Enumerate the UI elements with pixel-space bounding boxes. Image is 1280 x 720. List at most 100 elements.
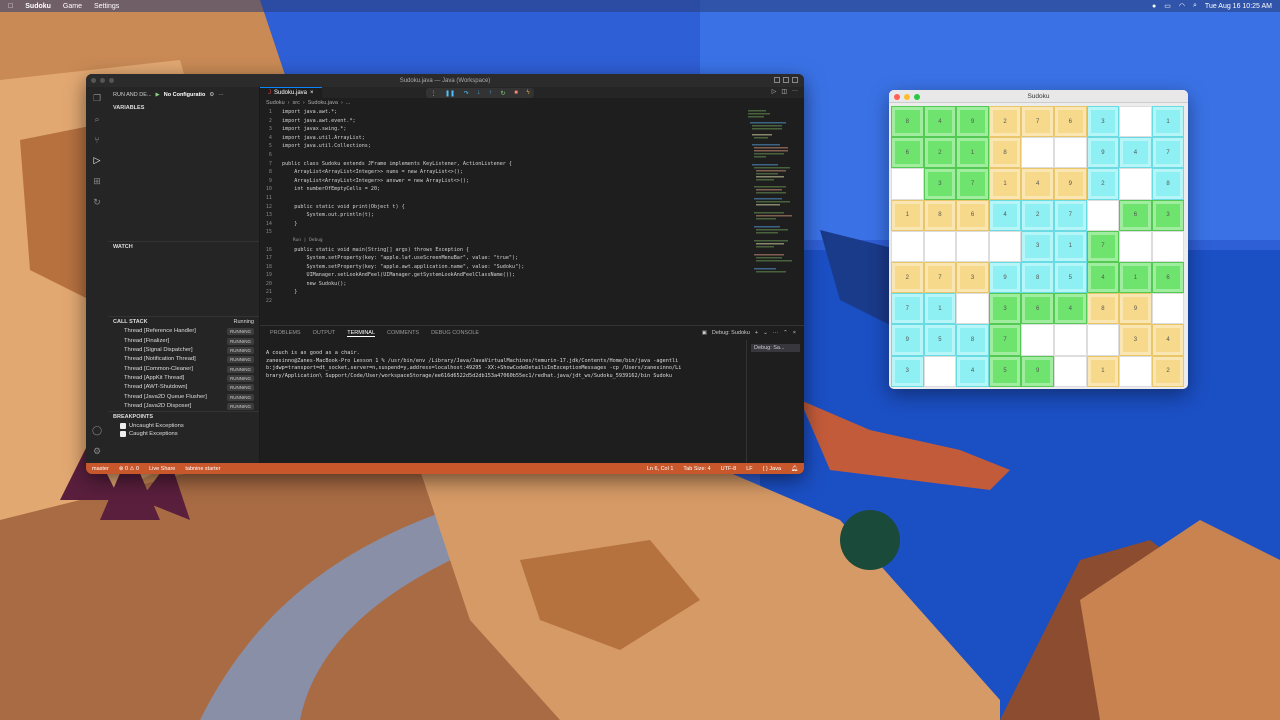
empty-cell-input[interactable] (1025, 140, 1050, 165)
problems-indicator[interactable]: ⊗ 0 ⚠ 0 (119, 466, 139, 472)
empty-cell-input[interactable] (1123, 359, 1148, 384)
terminal-list-item[interactable]: Debug: Sa... (751, 344, 800, 352)
sudoku-cell[interactable]: 4 (1119, 137, 1152, 169)
menu-game[interactable]: Game (63, 3, 82, 10)
empty-cell-input[interactable] (1025, 327, 1050, 352)
layout-icon[interactable] (774, 77, 780, 83)
wifi-icon[interactable]: ◠ (1179, 2, 1185, 10)
more-icon[interactable]: ··· (792, 88, 798, 95)
empty-cell-input[interactable] (1156, 296, 1181, 321)
code-line[interactable]: 6 (260, 151, 744, 160)
sudoku-cell[interactable]: 4 (988, 199, 1022, 231)
thread-item[interactable]: Thread [Notification Thread] RUNNING (108, 355, 259, 364)
cursor-position[interactable]: Ln 6, Col 1 (647, 466, 674, 472)
step-into-icon[interactable]: ↓ (477, 90, 480, 96)
tab-debug-console[interactable]: DEBUG CONSOLE (431, 330, 479, 336)
thread-item[interactable]: Thread [Reference Handler] RUNNING (108, 327, 259, 336)
code-line[interactable]: 9 ArrayList<ArrayList<Integer>> answer =… (260, 177, 744, 186)
section-variables[interactable]: VARIABLES (108, 103, 259, 113)
sudoku-empty-cell[interactable] (1021, 324, 1054, 356)
breadcrumb-item[interactable]: ... (346, 100, 351, 106)
sudoku-cell[interactable]: 4 (923, 106, 957, 138)
sudoku-cell[interactable]: 9 (891, 324, 924, 356)
sudoku-cell[interactable]: 6 (1151, 261, 1185, 294)
sudoku-cell[interactable]: 1 (1119, 261, 1152, 294)
sudoku-cell[interactable]: 1 (923, 293, 957, 325)
step-out-icon[interactable]: ↑ (489, 90, 492, 96)
empty-cell-input[interactable] (993, 234, 1018, 259)
sudoku-cell[interactable]: 8 (891, 106, 924, 138)
sudoku-cell[interactable]: 6 (956, 199, 989, 231)
sudoku-cell[interactable]: 2 (891, 261, 924, 294)
extensions-icon[interactable]: ⊞ (93, 176, 101, 187)
empty-cell-input[interactable] (927, 234, 952, 259)
code-line[interactable]: 2 import java.awt.event.*; (260, 117, 744, 126)
sudoku-empty-cell[interactable] (923, 355, 957, 387)
breakpoint-uncaught[interactable]: Uncaught Exceptions (108, 422, 259, 430)
sudoku-cell[interactable]: 7 (923, 261, 957, 294)
run-debug-icon[interactable]: ▷ (94, 155, 101, 166)
thread-item[interactable]: Thread [Finalizer] RUNNING (108, 336, 259, 345)
sudoku-empty-cell[interactable] (956, 293, 989, 325)
section-watch[interactable]: WATCH (108, 241, 259, 252)
status-icon[interactable]: ● (1152, 3, 1156, 10)
sudoku-empty-cell[interactable] (1086, 324, 1120, 356)
sudoku-cell[interactable]: 9 (988, 261, 1022, 294)
more-icon[interactable]: ··· (218, 92, 224, 98)
sudoku-cell[interactable]: 4 (1151, 324, 1185, 356)
sudoku-cell[interactable]: 8 (956, 324, 989, 356)
config-dropdown[interactable]: No Configuratio (164, 92, 206, 98)
sudoku-empty-cell[interactable] (1119, 168, 1152, 200)
sudoku-cell[interactable]: 6 (891, 137, 924, 169)
sudoku-cell[interactable]: 7 (1053, 199, 1087, 231)
tab-sudoku-java[interactable]: J Sudoku.java × (260, 87, 322, 98)
sudoku-cell[interactable]: 7 (1021, 106, 1054, 138)
tab-comments[interactable]: COMMENTS (387, 330, 419, 336)
code-line[interactable]: 22 (260, 297, 744, 306)
sudoku-empty-cell[interactable] (956, 230, 989, 262)
empty-cell-input[interactable] (895, 171, 920, 196)
breadcrumb-item[interactable]: Sudoku.java (308, 100, 338, 106)
empty-cell-input[interactable] (927, 359, 952, 384)
thread-item[interactable]: Thread [Java2D Queue Flusher] RUNNING (108, 393, 259, 402)
sudoku-cell[interactable]: 8 (923, 199, 957, 231)
close-icon[interactable]: × (310, 90, 314, 96)
chevron-up-icon[interactable]: ⌃ (783, 330, 788, 336)
sudoku-empty-cell[interactable] (923, 230, 957, 262)
code-line[interactable]: 11 (260, 194, 744, 203)
breadcrumb-item[interactable]: Sudoku (266, 100, 285, 106)
checkbox[interactable] (120, 423, 126, 430)
empty-cell-input[interactable] (1090, 203, 1115, 228)
search-icon[interactable]: ⌕ (1193, 2, 1197, 10)
sudoku-empty-cell[interactable] (1053, 355, 1087, 387)
sudoku-cell[interactable]: 2 (988, 106, 1022, 138)
notifications-icon[interactable]: 🔔︎ (791, 466, 798, 472)
empty-cell-input[interactable] (1090, 327, 1115, 352)
empty-cell-input[interactable] (1123, 234, 1148, 259)
empty-cell-input[interactable] (960, 234, 985, 259)
empty-cell-input[interactable] (1058, 140, 1083, 165)
sudoku-cell[interactable]: 3 (891, 355, 924, 387)
sudoku-cell[interactable]: 3 (1021, 230, 1054, 262)
apple-icon[interactable]:  (8, 3, 13, 10)
zoom-dot-icon[interactable] (914, 94, 920, 100)
remote-icon[interactable]: ↻ (93, 197, 101, 208)
start-debug-icon[interactable]: ▶ (156, 92, 160, 98)
sudoku-cell[interactable]: 3 (923, 168, 957, 200)
sudoku-cell[interactable]: 8 (1151, 168, 1185, 200)
drag-handle-icon[interactable]: ⋮ (430, 90, 436, 97)
sudoku-cell[interactable]: 1 (956, 137, 989, 169)
breadcrumb-item[interactable]: src (293, 100, 300, 106)
stop-icon[interactable]: ■ (514, 90, 518, 96)
layout-icon[interactable] (783, 77, 789, 83)
sudoku-cell[interactable]: 6 (1119, 199, 1152, 231)
code-line[interactable]: 12 public static void print(Object t) { (260, 203, 744, 212)
sudoku-cell[interactable]: 1 (1151, 106, 1185, 138)
account-icon[interactable]: ◯ (92, 425, 102, 436)
search-icon[interactable]: ⌕ (94, 114, 99, 125)
terminal-session-label[interactable]: Debug: Sudoku (712, 330, 750, 336)
sudoku-empty-cell[interactable] (891, 168, 924, 200)
layout-icon[interactable] (792, 77, 798, 83)
sudoku-cell[interactable]: 1 (988, 168, 1022, 200)
code-lines[interactable]: 1 import java.awt.*; 2 import java.awt.even… (260, 108, 744, 325)
